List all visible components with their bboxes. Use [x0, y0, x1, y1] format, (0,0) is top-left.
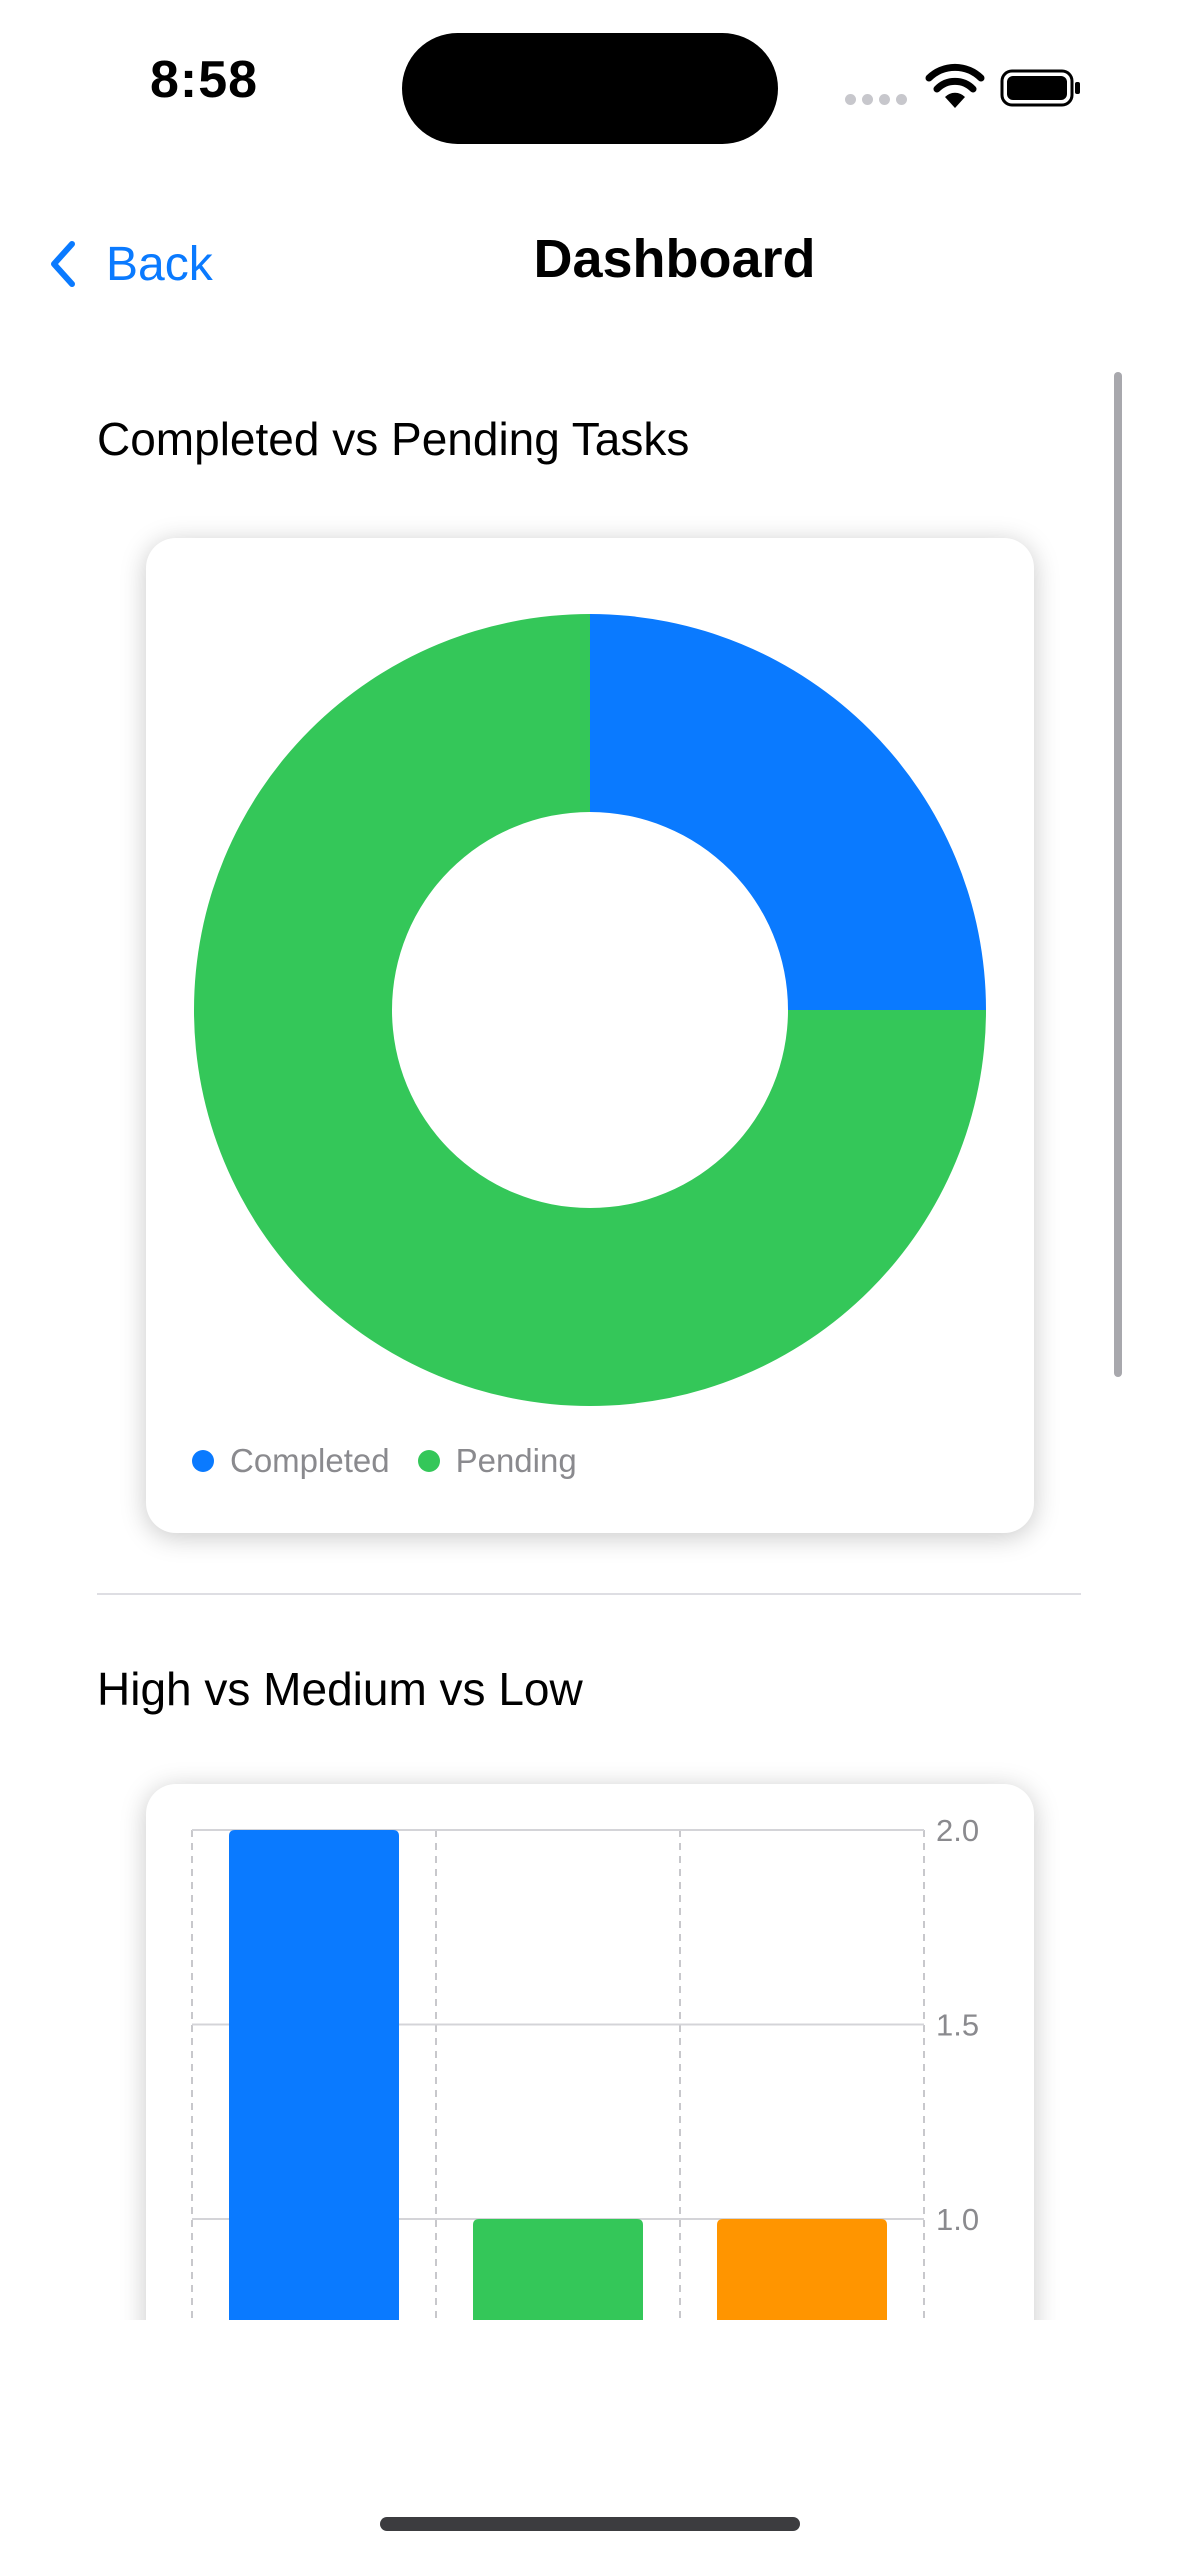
legend-item-completed: Completed	[192, 1442, 390, 1480]
bar-2	[473, 2219, 643, 2320]
cellular-signal-icon	[845, 94, 907, 106]
page-title: Dashboard	[0, 228, 1179, 290]
status-time: 8:58	[150, 51, 259, 109]
y-tick-label: 1.5	[936, 2008, 979, 2043]
legend-dot-completed	[192, 1450, 214, 1472]
y-tick-label: 2.0	[936, 1813, 979, 1848]
wifi-icon	[925, 63, 985, 108]
bar-chart: 2.0 1.5 1.0	[191, 1813, 979, 2320]
pie-slice-completed	[590, 614, 986, 1010]
section-title-priority: High vs Medium vs Low	[97, 1663, 583, 1715]
legend-item-pending: Pending	[417, 1442, 577, 1480]
legend-label-pending: Pending	[455, 1442, 577, 1479]
donut-chart	[194, 614, 986, 1406]
battery-icon	[1000, 69, 1080, 107]
page-title-text: Dashboard	[533, 229, 816, 289]
bar-3	[717, 2219, 887, 2320]
y-tick-label: 1.0	[936, 2202, 979, 2237]
status-bar: 8:58	[0, 0, 1179, 170]
bar-1	[229, 1830, 399, 2320]
section-title-completed-pending: Completed vs Pending Tasks	[97, 413, 690, 465]
home-indicator[interactable]	[380, 2517, 800, 2531]
pie-chart-card: Completed Pending	[146, 538, 1034, 1533]
scroll-indicator[interactable]	[1114, 372, 1122, 1377]
scroll-content[interactable]: Completed vs Pending Tasks Completed Pen…	[0, 0, 1179, 2320]
legend-dot-pending	[417, 1450, 440, 1472]
bar-chart-card: 2.0 1.5 1.0	[146, 1784, 1034, 2320]
legend-label-completed: Completed	[230, 1442, 390, 1479]
pie-legend: Completed Pending	[192, 1442, 605, 1480]
dynamic-island	[402, 33, 778, 144]
section-divider	[97, 1593, 1081, 1595]
